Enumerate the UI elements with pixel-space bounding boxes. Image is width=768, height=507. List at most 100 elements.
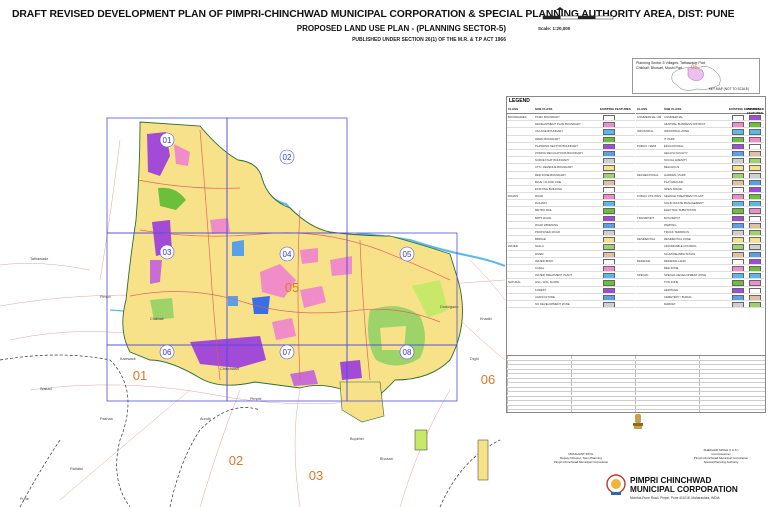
table-cell xyxy=(507,392,570,395)
legend-sub-class: WATER TREATMENT PLANT xyxy=(535,273,573,278)
table-cell xyxy=(635,401,698,404)
legend-sub-class: METRO RAIL xyxy=(535,208,553,213)
table-cell xyxy=(699,401,762,404)
legend-swatch xyxy=(603,186,615,193)
table-cell xyxy=(699,392,762,395)
legend-swatch-proposed xyxy=(749,280,761,286)
legend-swatch xyxy=(603,172,615,178)
legend-swatch xyxy=(603,237,615,243)
legend-swatch-proposed xyxy=(749,230,761,236)
legend-swatch xyxy=(732,244,744,250)
place-label: Tathawade xyxy=(30,257,48,261)
table-cell xyxy=(699,365,762,368)
legend-sub-class: MARKET xyxy=(664,301,676,306)
legend-sub-class: GARDEN / PARK xyxy=(664,172,686,177)
legend-title: LEGEND xyxy=(509,98,530,104)
legend-sub-class: ZONING REGULATIONS BOUNDARY xyxy=(535,150,584,155)
legend-sub-class: EDUCATIONAL xyxy=(664,143,684,148)
key-map-sector-number: 05 xyxy=(691,65,698,71)
legend-swatch-proposed xyxy=(749,201,761,207)
grid-cell-label: 04 xyxy=(283,250,292,259)
legend-row: NO DEVELOPMENT ZONE xyxy=(507,301,635,309)
legend-swatch xyxy=(603,143,615,149)
sector-number-label: 05 xyxy=(285,280,299,295)
table-cell xyxy=(571,405,634,409)
legend-class: RESIDENTIAL xyxy=(637,237,656,242)
legend-swatch xyxy=(603,122,615,128)
legend-sub-class: TOD ZONE xyxy=(664,280,679,285)
table-cell xyxy=(635,369,698,373)
legend-swatch-proposed xyxy=(749,186,761,193)
legend-sub-class: SURVEY/GAT BOUNDARY xyxy=(535,158,570,163)
legend-row: WATER TREATMENT PLANT xyxy=(507,272,635,280)
land-use-map[interactable]: 01 02 03 04 05 06 07 08 01 02 03 05 06 Tathawade Dud… xyxy=(0,60,505,507)
legend-row: ELECTRIC SUBSTATION xyxy=(636,207,764,215)
legend-row: RAILWAY xyxy=(507,200,635,208)
legend-swatch-proposed xyxy=(749,273,761,279)
legend-class: PUBLIC UTILITIES xyxy=(637,194,661,199)
legend-sub-class: AGRICULTURE xyxy=(535,294,555,299)
legend-swatch xyxy=(603,208,615,214)
legend-swatch xyxy=(732,294,744,300)
legend-class: TRANSPORT xyxy=(637,215,655,220)
sector-number-label: 03 xyxy=(309,468,323,483)
legend-row: HERITAGE xyxy=(636,287,764,294)
legend-swatch xyxy=(603,251,615,257)
legend-swatch-proposed xyxy=(749,179,761,185)
legend-swatch-proposed xyxy=(749,115,761,121)
legend-swatch xyxy=(732,201,744,207)
legend-sub-class: RELIGIOUS xyxy=(664,165,680,170)
legend-sub-class: PROPOSED ROAD xyxy=(535,230,560,234)
grid-cell-label: 01 xyxy=(163,136,172,145)
legend-row: EXISTING BUILDING xyxy=(507,186,635,194)
legend-row: CENTRAL BUSINESS DISTRICT xyxy=(636,121,764,129)
legend-sub-class: BRIDGE xyxy=(535,237,546,242)
legend-row: PUBLIC UTILITIES SEWAGE TREATMENT PLANT xyxy=(636,193,764,201)
legend-row: ZONING REGULATIONS BOUNDARY xyxy=(507,150,635,158)
legend-header-left: CLASS SUB CLASS EXISTING FEATURES xyxy=(507,105,635,114)
legend-sub-class: NALLA xyxy=(535,244,544,249)
table-cell xyxy=(571,387,634,391)
table-cell xyxy=(635,396,698,400)
table-cell xyxy=(635,360,698,364)
legend-row: TRANSPORT BUS DEPOT xyxy=(636,215,764,222)
legend-swatch-proposed xyxy=(749,294,761,300)
grid-cell-label: 02 xyxy=(283,153,292,162)
legend-swatch xyxy=(603,258,615,264)
table-cell xyxy=(635,365,698,368)
legend-row: DEFENCE DEFENCE LAND xyxy=(636,258,764,265)
scale-label: Scale: 1:20,000 xyxy=(538,26,571,31)
legend-row: INDUSTRIAL INDUSTRIAL ZONE xyxy=(636,128,764,136)
key-map: Planning Sector-5 Villages: Tathawade Pa… xyxy=(632,58,760,94)
legend-swatch xyxy=(732,165,744,171)
table-cell xyxy=(699,369,762,373)
table-cell xyxy=(635,405,698,409)
legend-sub-class: COMMERCIAL xyxy=(664,115,683,119)
publication-note: PUBLISHED UNDER SECTION 26(1) OF THE M.R… xyxy=(352,37,506,43)
legend-swatch xyxy=(603,201,615,207)
legend-row: PLANNING SECTOR BOUNDARY xyxy=(507,143,635,150)
place-label: Pune xyxy=(20,497,29,501)
legend-class: COMMERCIAL USE xyxy=(637,115,661,119)
place-label: Pimpri xyxy=(100,295,111,299)
table-cell xyxy=(571,374,634,377)
state-emblem-icon xyxy=(633,414,643,429)
legend-sub-class: RIVER xyxy=(535,251,544,256)
legend-sub-class: SLUM REHABILITATION xyxy=(664,251,696,256)
legend-sub-class: CTS / REVENUE BOUNDARY xyxy=(535,165,574,170)
legend-row: BRIDGE xyxy=(507,236,635,244)
sector-number-label: 06 xyxy=(481,372,495,387)
legend-row: WATER NALLA xyxy=(507,243,635,251)
legend-sub-class: EXISTING BUILDING xyxy=(535,186,563,191)
place-label: Khadki xyxy=(480,317,492,321)
legend-sub-class: SPECIAL DEVELOPMENT ZONE xyxy=(664,273,707,278)
legend-left-column: CLASS SUB CLASS EXISTING FEATURES BOUNDA… xyxy=(507,105,635,309)
legend-swatch-proposed xyxy=(749,194,761,200)
legend-swatch xyxy=(732,150,744,157)
grid-cell-label: 08 xyxy=(403,348,412,357)
legend-swatch-proposed xyxy=(749,129,761,135)
legend-swatch-proposed xyxy=(749,301,761,308)
table-cell xyxy=(507,365,570,368)
legend-class: WATER xyxy=(508,244,518,249)
table-cell xyxy=(571,369,634,373)
